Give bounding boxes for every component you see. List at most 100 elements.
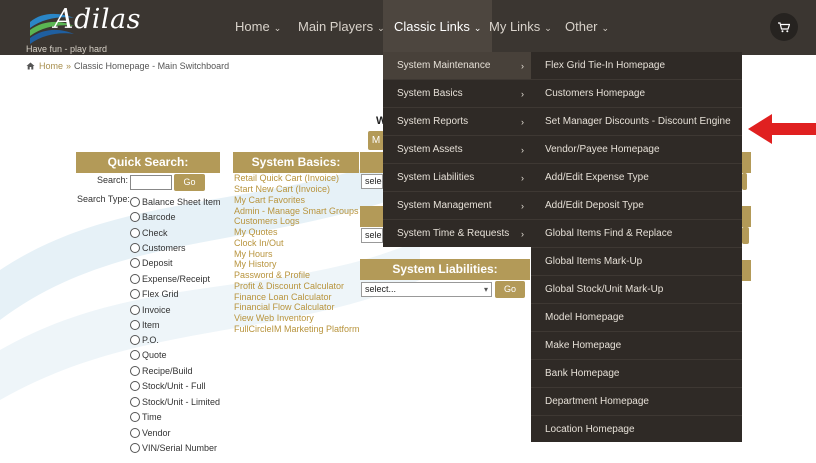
submenu-item-set-manager-discounts[interactable]: Set Manager Discounts - Discount Engine — [531, 108, 742, 136]
menu-item-system-time-requests[interactable]: System Time & Requests › — [383, 220, 531, 248]
menu-item-system-reports[interactable]: System Reports › — [383, 108, 531, 136]
system-basics-link[interactable]: Customers Logs — [234, 216, 300, 226]
system-basics-link[interactable]: FullCircleIM Marketing Platform — [234, 324, 360, 334]
chevron-right-icon: › — [521, 201, 524, 211]
system-liabilities-select[interactable]: select... ▾ — [361, 282, 492, 297]
system-basics-link[interactable]: View Web Inventory — [234, 313, 314, 323]
system-basics-title: System Basics: — [233, 152, 359, 173]
system-basics-link[interactable]: My Hours — [234, 249, 273, 259]
center-select-fragment[interactable]: sele — [361, 228, 383, 243]
radio-button[interactable] — [130, 212, 140, 222]
menu-item-system-liabilities[interactable]: System Liabilities › — [383, 164, 531, 192]
search-type-option[interactable]: VIN/Serial Number — [130, 443, 217, 453]
brand-tagline: Have fun - play hard — [26, 44, 108, 54]
system-basics-link[interactable]: Admin - Manage Smart Groups — [234, 206, 359, 216]
system-basics-link[interactable]: My History — [234, 259, 277, 269]
submenu-item-stock-unit-mark-up[interactable]: Global Stock/Unit Mark-Up — [531, 276, 742, 304]
radio-button[interactable] — [130, 366, 140, 376]
chevron-right-icon: › — [521, 117, 524, 127]
search-type-option[interactable]: Invoice — [130, 305, 171, 315]
system-basics-link[interactable]: Password & Profile — [234, 270, 310, 280]
search-type-option[interactable]: Customers — [130, 243, 186, 253]
search-input[interactable] — [130, 175, 172, 190]
right-panel-head-fragment — [742, 152, 751, 173]
brand-name[interactable]: Adilas — [54, 4, 141, 35]
system-liabilities-title: System Liabilities: — [360, 259, 530, 280]
submenu-item-items-find-replace[interactable]: Global Items Find & Replace — [531, 220, 742, 248]
radio-button[interactable] — [130, 197, 140, 207]
nav-other[interactable]: Other ⌄ — [565, 0, 609, 55]
search-type-option[interactable]: Flex Grid — [130, 289, 179, 299]
home-icon — [26, 62, 35, 70]
menu-item-system-basics[interactable]: System Basics › — [383, 80, 531, 108]
nav-my-links[interactable]: My Links ⌄ — [489, 0, 552, 55]
right-go-fragment[interactable] — [742, 227, 749, 244]
submenu-item-bank[interactable]: Bank Homepage — [531, 360, 742, 388]
radio-button[interactable] — [130, 320, 140, 330]
menu-item-system-maintenance[interactable]: System Maintenance › — [383, 52, 531, 80]
radio-button[interactable] — [130, 350, 140, 360]
system-basics-link[interactable]: Finance Loan Calculator — [234, 292, 332, 302]
radio-button[interactable] — [130, 228, 140, 238]
submenu-item-location[interactable]: Location Homepage — [531, 416, 742, 444]
submenu-item-vendor-payee[interactable]: Vendor/Payee Homepage — [531, 136, 742, 164]
center-button-fragment[interactable]: M — [368, 131, 384, 150]
radio-button[interactable] — [130, 258, 140, 268]
radio-button[interactable] — [130, 397, 140, 407]
center-select-fragment[interactable]: selec — [361, 174, 383, 189]
system-basics-link[interactable]: Clock In/Out — [234, 238, 284, 248]
search-type-option[interactable]: Stock/Unit - Limited — [130, 397, 220, 407]
radio-button[interactable] — [130, 243, 140, 253]
system-basics-link[interactable]: Start New Cart (Invoice) — [234, 184, 330, 194]
system-basics-link[interactable]: Financial Flow Calculator — [234, 302, 335, 312]
submenu-item-customers[interactable]: Customers Homepage — [531, 80, 742, 108]
radio-button[interactable] — [130, 412, 140, 422]
search-go-button[interactable]: Go — [174, 174, 205, 191]
search-type-option[interactable]: Vendor — [130, 428, 171, 438]
search-type-option[interactable]: Check — [130, 228, 168, 238]
system-basics-link[interactable]: Retail Quick Cart (Invoice) — [234, 173, 339, 183]
chevron-down-icon: ⌄ — [544, 23, 552, 33]
system-liabilities-go-button[interactable]: Go — [495, 281, 525, 298]
submenu-item-deposit-type[interactable]: Add/Edit Deposit Type — [531, 192, 742, 220]
radio-button[interactable] — [130, 305, 140, 315]
search-type-option[interactable]: Balance Sheet Item — [130, 197, 221, 207]
radio-button[interactable] — [130, 428, 140, 438]
radio-button[interactable] — [130, 274, 140, 284]
submenu-item-flex-grid-tie-in[interactable]: Flex Grid Tie-In Homepage — [531, 52, 742, 80]
top-navbar: Adilas Have fun - play hard Home ⌄ Main P… — [0, 0, 816, 55]
right-go-fragment[interactable] — [742, 173, 747, 190]
chevron-down-icon: ⌄ — [601, 23, 610, 33]
right-panel-head-fragment — [742, 260, 751, 281]
submenu-item-items-mark-up[interactable]: Global Items Mark-Up — [531, 248, 742, 276]
radio-button[interactable] — [130, 335, 140, 345]
chevron-down-icon: ⌄ — [273, 23, 282, 33]
menu-item-system-assets[interactable]: System Assets › — [383, 136, 531, 164]
nav-classic-links[interactable]: Classic Links ⌄ — [383, 0, 493, 55]
nav-main-players[interactable]: Main Players ⌄ — [298, 0, 385, 55]
submenu-item-make[interactable]: Make Homepage — [531, 332, 742, 360]
cart-button[interactable] — [770, 13, 798, 41]
nav-home[interactable]: Home ⌄ — [235, 0, 281, 55]
submenu-item-model[interactable]: Model Homepage — [531, 304, 742, 332]
search-type-option[interactable]: Recipe/Build — [130, 366, 193, 376]
search-type-option[interactable]: Expense/Receipt — [130, 274, 210, 284]
radio-button[interactable] — [130, 381, 140, 391]
submenu-item-department[interactable]: Department Homepage — [531, 388, 742, 416]
submenu-item-expense-type[interactable]: Add/Edit Expense Type — [531, 164, 742, 192]
radio-button[interactable] — [130, 443, 140, 453]
search-type-option[interactable]: Time — [130, 412, 162, 422]
breadcrumb-home-link[interactable]: Home — [39, 61, 63, 71]
system-basics-link[interactable]: My Quotes — [234, 227, 278, 237]
search-type-option[interactable]: Quote — [130, 350, 167, 360]
menu-item-system-management[interactable]: System Management › — [383, 192, 531, 220]
search-type-option[interactable]: Stock/Unit - Full — [130, 381, 206, 391]
system-basics-link[interactable]: Profit & Discount Calculator — [234, 281, 344, 291]
chevron-right-icon: › — [521, 61, 524, 71]
radio-button[interactable] — [130, 289, 140, 299]
search-type-option[interactable]: Deposit — [130, 258, 173, 268]
search-type-option[interactable]: Item — [130, 320, 160, 330]
system-basics-link[interactable]: My Cart Favorites — [234, 195, 305, 205]
search-type-option[interactable]: Barcode — [130, 212, 176, 222]
search-type-option[interactable]: P.O. — [130, 335, 159, 345]
